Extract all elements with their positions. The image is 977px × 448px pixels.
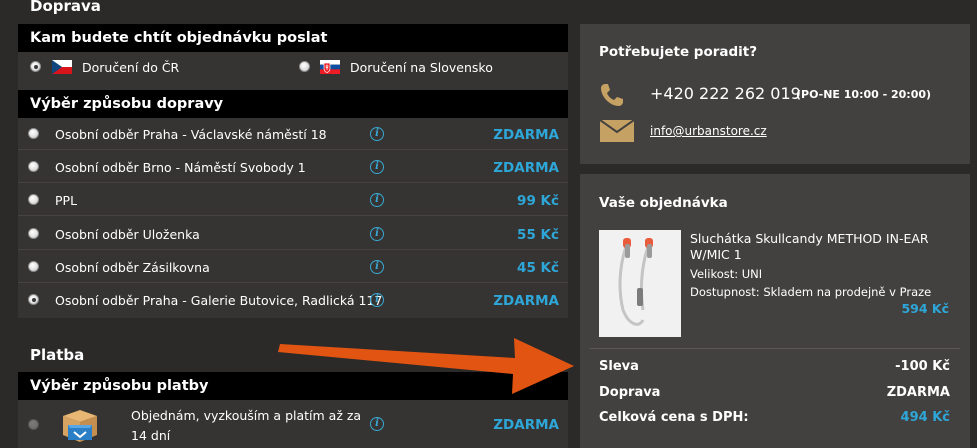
destination-radio-cz[interactable] <box>30 61 41 72</box>
shipping-method-label: PPL <box>55 193 78 208</box>
product-size: Velikost: UNI <box>690 267 763 281</box>
shipping-method-price: ZDARMA <box>493 293 559 309</box>
shipping-method-label: Osobní odběr Zásilkovna <box>55 260 210 275</box>
destination-radio-sk[interactable] <box>299 61 310 72</box>
shipping-method-price: 55 Kč <box>517 227 559 243</box>
info-icon[interactable]: i <box>370 417 384 431</box>
shipping-method-label: Osobní odběr Uloženka <box>55 227 200 242</box>
shipping-radio[interactable] <box>28 128 39 139</box>
total-value: 494 Kč <box>900 410 950 425</box>
product-price: 594 Kč <box>901 301 949 316</box>
shipping-radio[interactable] <box>28 161 39 172</box>
help-title: Potřebujete poradit? <box>599 44 758 60</box>
czech-flag-icon <box>52 60 72 74</box>
row-divider <box>18 149 568 150</box>
row-divider <box>18 215 568 216</box>
product-image <box>599 230 681 337</box>
discount-label: Sleva <box>599 359 639 374</box>
total-label: Celková cena s DPH: <box>599 410 749 425</box>
shipping-method-price: 99 Kč <box>517 193 559 209</box>
shipping-method-header: Výběr způsobu dopravy <box>18 90 568 118</box>
shipping-method-price: 45 Kč <box>517 260 559 276</box>
payment-radio[interactable] <box>28 419 39 430</box>
shipping-method-header-label: Výběr způsobu dopravy <box>30 96 224 112</box>
info-icon[interactable]: i <box>370 260 384 274</box>
payment-section-title: Platba <box>30 346 85 364</box>
info-icon[interactable]: i <box>370 293 384 307</box>
mail-icon <box>599 119 635 146</box>
phone-icon <box>599 82 625 112</box>
info-icon[interactable]: i <box>370 160 384 174</box>
shipping-method-label: Osobní odběr Praha - Václavské náměstí 1… <box>55 127 327 142</box>
payment-method-label-line1: Objednám, vyzkouším a platím až za <box>131 408 362 423</box>
product-name[interactable]: Sluchátka Skullcandy METHOD IN-EAR W/MIC… <box>690 231 950 263</box>
package-box-icon <box>60 406 100 448</box>
product-availability: Dostupnost: Skladem na prodejně v Praze <box>690 285 932 299</box>
phone-hours: (PO-NE 10:00 - 20:00) <box>796 88 932 101</box>
phone-number[interactable]: +420 222 262 019 <box>650 84 801 103</box>
slovak-flag-icon <box>320 60 340 74</box>
shipping-radio[interactable] <box>28 194 39 205</box>
order-divider <box>590 348 960 349</box>
payment-method-header-label: Výběr způsobu platby <box>30 378 209 394</box>
shipping-method-price: ZDARMA <box>493 127 559 143</box>
info-icon[interactable]: i <box>370 127 384 141</box>
info-icon[interactable]: i <box>370 227 384 241</box>
shipping-summary-label: Doprava <box>599 385 661 400</box>
shipping-method-price: ZDARMA <box>493 160 559 176</box>
row-divider <box>18 249 568 250</box>
info-icon[interactable]: i <box>370 193 384 207</box>
order-title: Vaše objednávka <box>599 195 728 211</box>
email-link[interactable]: info@urbanstore.cz <box>650 124 767 138</box>
discount-value: -100 Kč <box>895 359 950 374</box>
row-divider <box>18 182 568 183</box>
shipping-radio[interactable] <box>28 228 39 239</box>
destination-header: Kam budete chtít objednávku poslat <box>18 24 568 52</box>
shipping-method-label: Osobní odběr Praha - Galerie Butovice, R… <box>55 293 383 308</box>
destination-header-label: Kam budete chtít objednávku poslat <box>30 30 328 46</box>
payment-method-price: ZDARMA <box>493 417 559 433</box>
destination-label-cz: Doručení do ČR <box>82 60 180 75</box>
shipping-radio[interactable] <box>28 261 39 272</box>
shipping-radio[interactable] <box>28 294 39 305</box>
shipping-summary-value: ZDARMA <box>886 385 950 400</box>
arrow-annotation-icon <box>270 330 580 404</box>
destination-label-sk: Doručení na Slovensko <box>350 60 493 75</box>
shipping-section-title: Doprava <box>30 0 101 15</box>
row-divider <box>18 282 568 283</box>
shipping-method-label: Osobní odběr Brno - Náměstí Svobody 1 <box>55 160 306 175</box>
payment-method-label-line2: 14 dní <box>131 428 171 443</box>
